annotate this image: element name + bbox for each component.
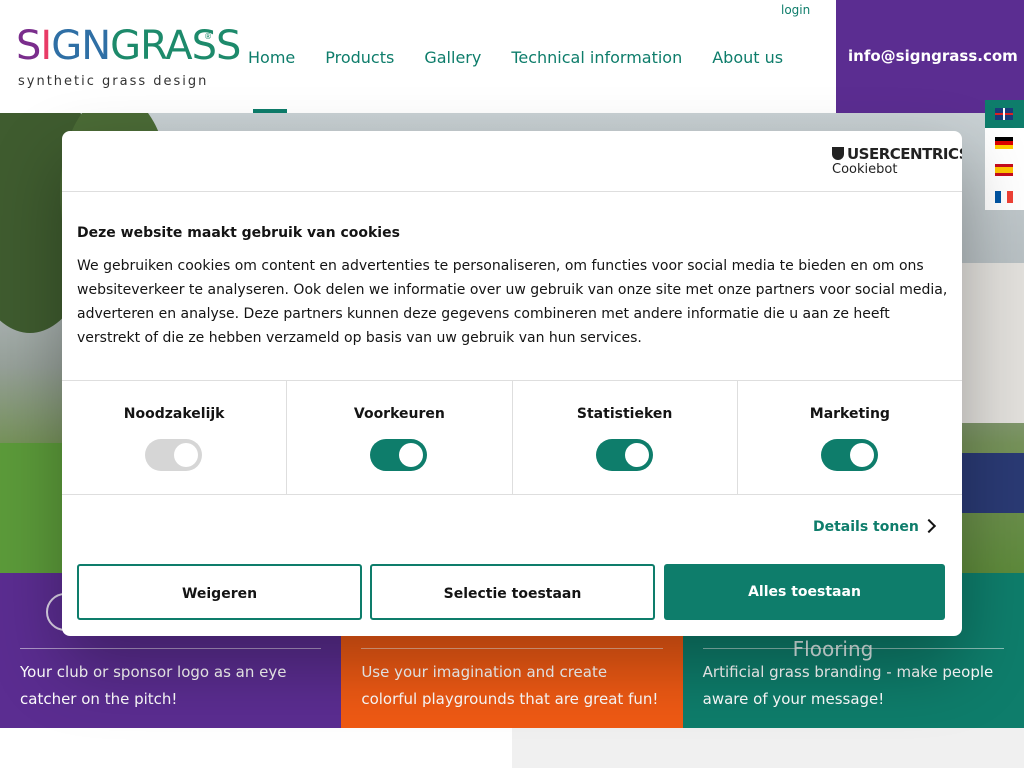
cookie-body: We gebruiken cookies om content en adver… — [77, 258, 948, 346]
shield-icon — [832, 147, 844, 160]
usercentrics-logo: USERCENTRICS Cookiebot — [832, 145, 962, 177]
category-marketing: Marketing — [738, 381, 962, 494]
tile-divider — [20, 648, 322, 649]
toggle-statistics[interactable] — [595, 439, 653, 471]
tile-divider — [702, 648, 1004, 649]
logo-wordmark: SIGNGRASS — [16, 23, 241, 69]
tile-text: Use your imagination and create colorful… — [361, 663, 659, 708]
brand-sub: Cookiebot — [832, 162, 898, 177]
toggle-preferences[interactable] — [370, 439, 428, 471]
category-label: Statistieken — [576, 406, 673, 422]
category-label: Noodzakelijk — [123, 406, 225, 422]
reject-button[interactable]: Weigeren — [77, 564, 362, 620]
hero-court — [960, 453, 1024, 513]
tile-text: Artificial grass branding - make people … — [702, 663, 994, 708]
allow-all-button[interactable]: Alles toestaan — [664, 564, 945, 620]
category-statistics: Statistieken — [513, 381, 738, 494]
category-necessary: Noodzakelijk — [62, 381, 288, 494]
nav-products[interactable]: Products — [325, 48, 394, 67]
dialog-divider — [62, 191, 962, 192]
category-preferences: Voorkeuren — [287, 381, 513, 494]
logo-tagline: synthetic grass design — [18, 74, 209, 89]
cookie-dialog: USERCENTRICS Cookiebot Deze website maak… — [62, 131, 962, 636]
category-label: Marketing — [809, 406, 890, 422]
nav-technical-information[interactable]: Technical information — [511, 48, 682, 67]
email-box[interactable]: info@signgrass.com — [836, 0, 1024, 113]
tile-text: Your club or sponsor logo as an eye catc… — [20, 663, 287, 708]
main-nav: Home Products Gallery Technical informat… — [248, 48, 813, 67]
tile-divider — [361, 648, 663, 649]
details-link[interactable]: Details tonen — [813, 519, 919, 535]
site-header: SIGNGRASS ® synthetic grass design Home … — [0, 0, 1024, 113]
nav-gallery[interactable]: Gallery — [424, 48, 481, 67]
flag-de-icon[interactable] — [995, 137, 1013, 149]
brand-name: USERCENTRICS — [847, 145, 962, 163]
flag-fr-icon[interactable] — [995, 191, 1013, 203]
email-link[interactable]: info@signgrass.com — [848, 47, 1018, 65]
tile-title: Flooring — [792, 637, 874, 661]
allow-selection-button[interactable]: Selectie toestaan — [370, 564, 655, 620]
flag-en-icon[interactable] — [995, 108, 1013, 120]
category-label: Voorkeuren — [353, 406, 445, 422]
cookie-heading: Deze website maakt gebruik van cookies — [77, 225, 400, 241]
hero-building — [955, 263, 1024, 423]
hero-grass — [0, 443, 70, 573]
footer-strip — [512, 728, 1024, 768]
consent-categories: Noodzakelijk Voorkeuren Statistieken Mar… — [62, 380, 962, 495]
chevron-right-icon[interactable] — [921, 518, 937, 534]
toggle-necessary — [145, 439, 203, 471]
nav-about-us[interactable]: About us — [712, 48, 783, 67]
language-switcher — [985, 100, 1024, 210]
login-link[interactable]: login — [781, 3, 810, 17]
flag-es-icon[interactable] — [995, 164, 1013, 176]
signgrass-logo[interactable]: SIGNGRASS ® synthetic grass design — [16, 22, 241, 92]
logo-registered: ® — [204, 32, 212, 41]
nav-home[interactable]: Home — [248, 48, 295, 67]
toggle-marketing[interactable] — [820, 439, 878, 471]
